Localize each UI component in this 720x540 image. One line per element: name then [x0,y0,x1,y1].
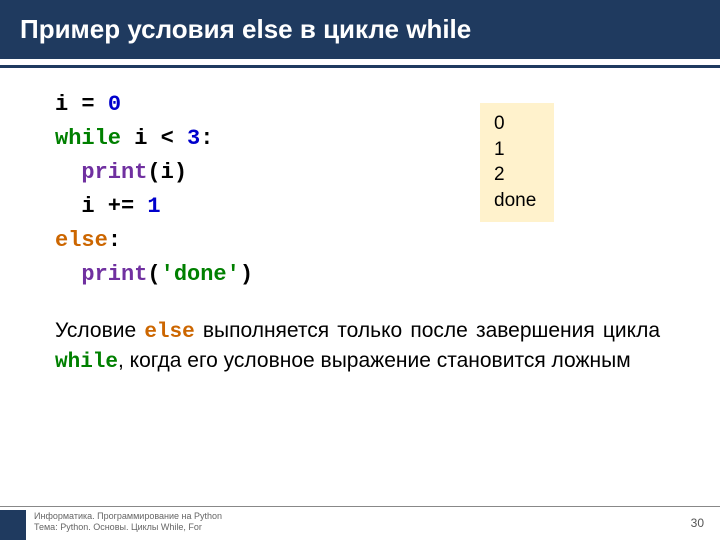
text: Условие [55,319,144,342]
output-line: 0 [494,111,536,137]
code-keyword-while: while [55,126,121,151]
slide-title: Пример условия else в цикле while [20,14,471,44]
code-indent [55,160,81,185]
keyword-else: else [144,321,194,344]
output-line: done [494,188,536,214]
code-text: i = [55,92,108,117]
code-func-print: print [81,262,147,287]
footer-accent-bar [0,510,26,540]
output-line: 2 [494,162,536,188]
output-line: 1 [494,137,536,163]
footer-line2: Тема: Python. Основы. Циклы While, For [34,522,222,533]
code-text: ( [147,262,160,287]
text: выполняется только после завершения цикл… [195,319,660,342]
code-keyword-else: else [55,228,108,253]
code-block: i = 0 while i < 3: print(i) i += 1 else:… [55,88,680,293]
slide-footer: Информатика. Программирование на Python … [0,506,720,540]
keyword-while: while [55,351,118,374]
code-text: i += [55,194,147,219]
output-box: 0 1 2 done [480,103,554,222]
code-string: 'done' [161,262,240,287]
code-text: (i) [147,160,187,185]
code-number: 1 [147,194,160,219]
slide-header: Пример условия else в цикле while [0,0,720,59]
code-number: 3 [187,126,200,151]
explanation-text: Условие else выполняется только после за… [55,317,680,378]
footer-line1: Информатика. Программирование на Python [34,511,222,522]
code-text: i < [121,126,187,151]
footer-text: Информатика. Программирование на Python … [34,511,222,534]
code-indent [55,262,81,287]
code-number: 0 [108,92,121,117]
code-func-print: print [81,160,147,185]
code-text: ) [240,262,253,287]
text: , когда его условное выражение становитс… [118,349,631,372]
code-text: : [200,126,213,151]
code-text: : [108,228,121,253]
page-number: 30 [691,516,704,530]
slide-content: i = 0 while i < 3: print(i) i += 1 else:… [0,68,720,377]
